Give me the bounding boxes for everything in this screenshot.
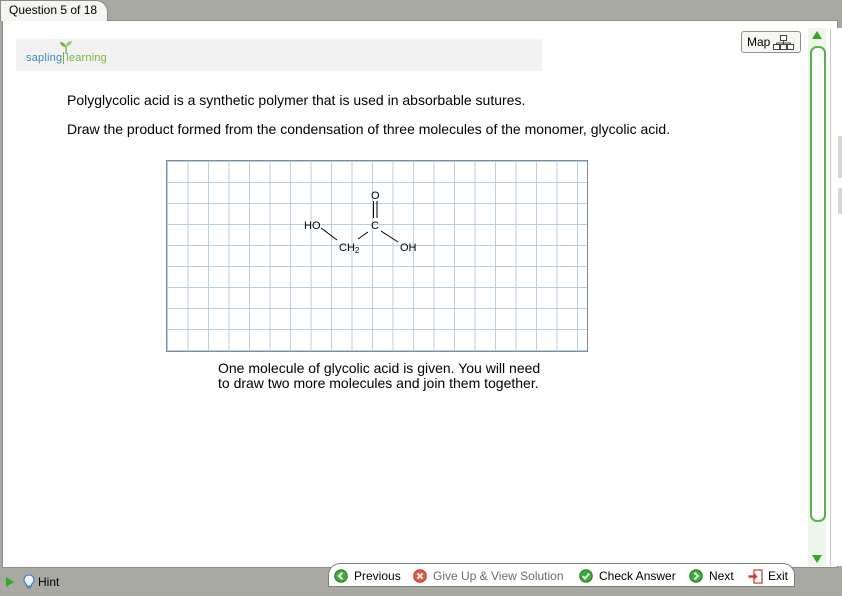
give-up-x-icon: [413, 569, 427, 583]
map-button[interactable]: Map: [741, 31, 801, 53]
glycolic-acid-structure[interactable]: HO CH2 C O OH: [166, 160, 588, 352]
checkmark-icon: [579, 569, 593, 583]
map-label: Map: [747, 35, 771, 49]
atom-label-ho: HO: [304, 220, 321, 232]
question-tab[interactable]: Question 5 of 18: [0, 0, 109, 21]
navigation-bar: Previous Give Up & View Solution Check A…: [328, 563, 795, 587]
hint-label: Hint: [38, 575, 60, 589]
question-counter: Question 5 of 18: [9, 3, 98, 17]
atom-label-ch2: CH2: [339, 242, 360, 255]
scroll-thumb[interactable]: [810, 46, 826, 522]
scroll-down-arrow-icon[interactable]: [812, 555, 822, 563]
lightbulb-icon: [23, 574, 35, 589]
sapling-learning-logo: sapling learning: [26, 52, 108, 64]
atom-label-c: C: [371, 220, 379, 232]
map-icon: [773, 35, 794, 50]
atom-label-oh: OH: [400, 242, 417, 254]
instruction-note: One molecule of glycolic acid is given. …: [218, 360, 541, 391]
scroll-up-arrow-icon[interactable]: [812, 31, 822, 39]
next-arrow-icon: [689, 569, 703, 583]
atom-label-o: O: [371, 190, 380, 202]
exit-door-icon: [748, 569, 763, 584]
edge-marker: [838, 188, 842, 214]
question-text-line-1: Polyglycolic acid is a synthetic polymer…: [67, 92, 526, 108]
previous-arrow-icon: [334, 569, 348, 583]
expand-arrow-icon: [6, 577, 14, 587]
question-text-line-2: Draw the product formed from the condens…: [67, 121, 671, 137]
right-edge-strip: [830, 28, 842, 566]
edge-marker: [838, 136, 842, 178]
